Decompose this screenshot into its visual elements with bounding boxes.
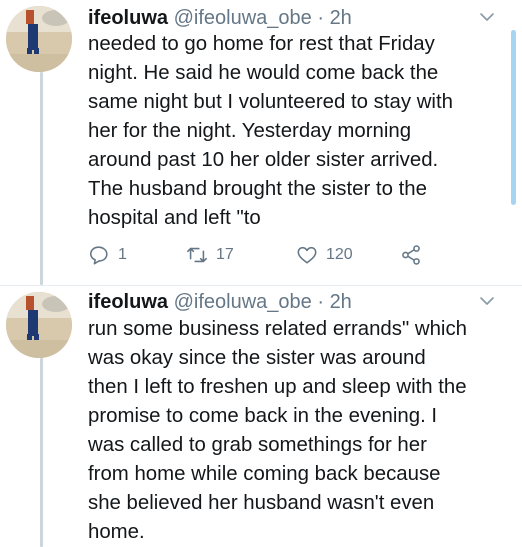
retweet-icon xyxy=(187,247,207,263)
tweet-text-line: same night but I volunteered to stay wit… xyxy=(88,91,453,113)
like-count: 120 xyxy=(326,246,353,263)
avatar-image xyxy=(6,6,72,72)
tweet-text-line: run some business related errands" which xyxy=(88,318,467,340)
tweet-text-line: from home while coming back because xyxy=(88,463,441,485)
tweet-text-line: home. xyxy=(88,521,145,543)
tweet[interactable]: ifeoluwa @ifeoluwa_obe · 2h run some bus… xyxy=(0,288,522,547)
like-button[interactable]: 120 xyxy=(296,240,353,270)
tweet[interactable]: ifeoluwa @ifeoluwa_obe · 2h needed to go… xyxy=(0,0,522,285)
reply-icon xyxy=(89,246,108,265)
tweet-text-line: promise to come back in the evening. I xyxy=(88,405,438,427)
tweet-text-line: needed to go home for rest that Friday xyxy=(88,33,435,55)
display-name[interactable]: ifeoluwa xyxy=(88,7,168,29)
share-button[interactable] xyxy=(400,240,430,270)
tweet-text-line: was called to grab somethings for her xyxy=(88,434,427,456)
tweet-text-line: was okay since the sister was around xyxy=(88,347,426,369)
reply-count: 1 xyxy=(118,246,127,263)
tweet-text-line: her for the night. Yesterday morning xyxy=(88,120,412,142)
chevron-down-icon[interactable] xyxy=(478,8,496,26)
tweet-text: run some business related errands" which… xyxy=(88,315,498,547)
retweet-count: 17 xyxy=(216,246,234,263)
avatar[interactable] xyxy=(6,292,72,358)
separator-dot: · xyxy=(317,7,324,29)
thread-line xyxy=(40,358,43,547)
separator-dot: · xyxy=(317,291,324,313)
tweet-text-line: then I left to freshen up and sleep with… xyxy=(88,376,467,398)
avatar[interactable] xyxy=(6,6,72,72)
tweet-text-line: The husband brought the sister to the xyxy=(88,178,427,200)
tweet-text-line: she believed her husband wasn't even xyxy=(88,492,435,514)
tweet-header: ifeoluwa @ifeoluwa_obe · 2h xyxy=(88,4,352,32)
user-handle[interactable]: @ifeoluwa_obe xyxy=(174,291,312,313)
share-icon xyxy=(402,245,420,265)
user-handle[interactable]: @ifeoluwa_obe xyxy=(174,7,312,29)
timestamp[interactable]: 2h xyxy=(330,7,352,29)
reply-button[interactable]: 1 xyxy=(88,240,127,270)
tweet-header: ifeoluwa @ifeoluwa_obe · 2h xyxy=(88,288,352,316)
display-name[interactable]: ifeoluwa xyxy=(88,291,168,313)
avatar-image xyxy=(6,292,72,358)
tweet-actions: 1 17 120 xyxy=(88,240,448,270)
tweet-text-line: around past 10 her older sister arrived. xyxy=(88,149,439,171)
retweet-button[interactable]: 17 xyxy=(186,240,234,270)
heart-icon xyxy=(297,246,317,264)
chevron-down-icon[interactable] xyxy=(478,292,496,310)
scrollbar[interactable] xyxy=(511,30,516,205)
timestamp[interactable]: 2h xyxy=(330,291,352,313)
tweet-text-line: hospital and left "to xyxy=(88,207,261,229)
tweet-text-line: night. He said he would come back the xyxy=(88,62,439,84)
thread-line xyxy=(40,72,43,285)
divider xyxy=(0,285,522,286)
tweet-text: needed to go home for rest that Friday n… xyxy=(88,30,498,233)
